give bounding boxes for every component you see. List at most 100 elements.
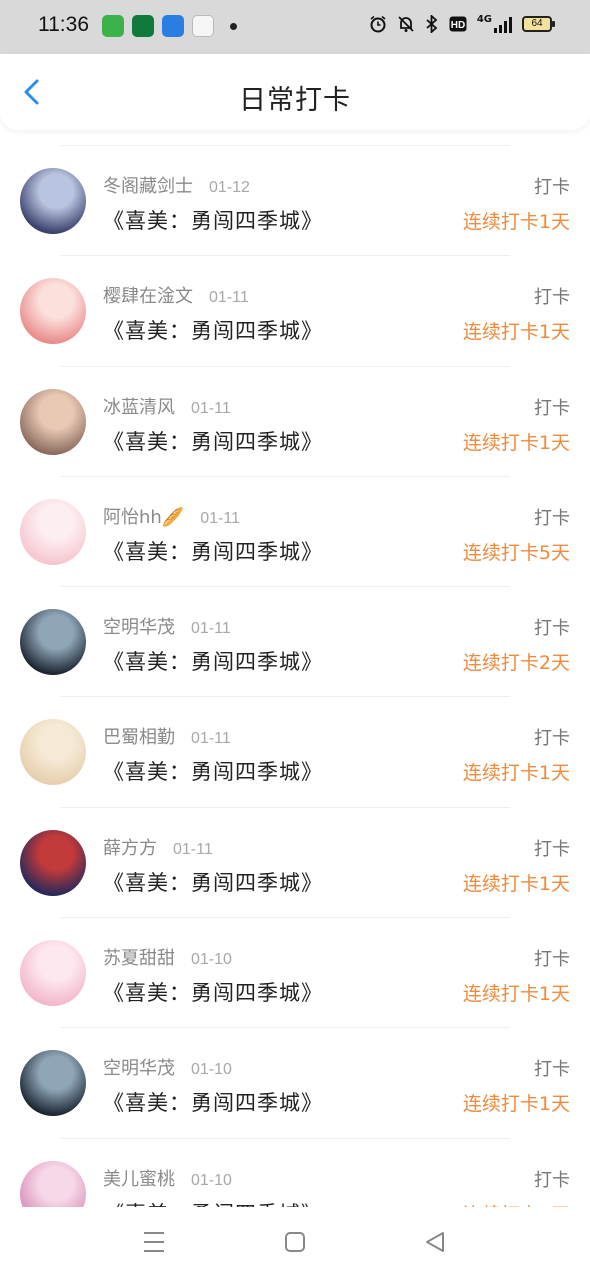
- back-triangle-icon[interactable]: [424, 1229, 446, 1255]
- checkin-type-label: 打卡: [534, 177, 570, 198]
- checkin-list[interactable]: 冬阁藏剑士 01-12 《喜美：勇闯四季城》 打卡 连续打卡1天 樱肆在淦文 0…: [0, 145, 590, 1207]
- streak-label: 连续打卡1天: [462, 1093, 570, 1116]
- checkin-date: 01-12: [209, 179, 250, 196]
- user-name[interactable]: 空明华茂: [103, 613, 175, 639]
- user-meta: 冬阁藏剑士 01-12: [103, 172, 250, 198]
- hd-icon: HD: [449, 16, 467, 31]
- avatar[interactable]: [20, 829, 86, 896]
- avatar[interactable]: [20, 1050, 86, 1117]
- user-name[interactable]: 巴蜀相勤: [103, 723, 175, 749]
- list-item[interactable]: 苏夏甜甜 01-10 《喜美：勇闯四季城》 打卡 连续打卡1天: [0, 917, 590, 1027]
- streak-label: 连续打卡1天: [462, 983, 570, 1006]
- user-meta: 空明华茂 01-11: [103, 613, 231, 639]
- list-item[interactable]: 空明华茂 01-10 《喜美：勇闯四季城》 打卡 连续打卡1天: [0, 1027, 590, 1137]
- book-title: 《喜美：勇闯四季城》: [103, 319, 323, 344]
- row-divider: [60, 917, 510, 919]
- checkin-type-label: 打卡: [534, 287, 570, 309]
- checkin-type-label: 打卡: [534, 507, 570, 529]
- book-title: 《喜美：勇闯四季城》: [103, 1091, 323, 1116]
- list-item[interactable]: 阿怡hh🥖 01-11 《喜美：勇闯四季城》 打卡 连续打卡5天: [0, 475, 590, 586]
- alarm-icon: [370, 15, 386, 32]
- row-divider: [60, 1137, 510, 1139]
- user-meta: 樱肆在淦文 01-11: [103, 282, 249, 308]
- list-item[interactable]: 巴蜀相勤 01-11 《喜美：勇闯四季城》 打卡 连续打卡1天: [0, 696, 590, 806]
- streak-label: 连续打卡1天: [462, 321, 570, 344]
- row-divider: [60, 365, 510, 367]
- book-title: 《喜美：勇闯四季城》: [103, 1198, 323, 1207]
- book-title: 《喜美：勇闯四季城》: [103, 209, 323, 233]
- avatar[interactable]: [20, 719, 86, 786]
- checkin-date: 01-11: [173, 840, 213, 858]
- avatar[interactable]: [20, 609, 86, 676]
- cellular-signal-icon: 4G: [477, 14, 512, 33]
- status-time: 11:36: [38, 13, 89, 36]
- battery-level: 64: [531, 17, 543, 29]
- system-nav-bar: [0, 1207, 590, 1280]
- book-title: 《喜美：勇闯四季城》: [103, 429, 323, 454]
- user-name[interactable]: 阿怡hh🥖: [103, 503, 184, 529]
- mute-bell-icon: [398, 15, 414, 32]
- user-name[interactable]: 冰蓝清风: [103, 393, 175, 419]
- checkin-type-label: 打卡: [534, 949, 570, 971]
- avatar[interactable]: [20, 278, 86, 345]
- app-notification-icon: [192, 15, 214, 37]
- page-header: 日常打卡: [0, 54, 590, 130]
- list-item[interactable]: 冰蓝清风 01-11 《喜美：勇闯四季城》 打卡 连续打卡1天: [0, 365, 590, 476]
- avatar[interactable]: [20, 940, 86, 1007]
- user-name[interactable]: 樱肆在淦文: [103, 282, 193, 308]
- avatar[interactable]: [20, 498, 86, 565]
- book-title: 《喜美：勇闯四季城》: [103, 981, 323, 1006]
- book-title: 《喜美：勇闯四季城》: [103, 760, 323, 785]
- svg-text:HD: HD: [451, 20, 465, 31]
- checkin-date: 01-10: [191, 1171, 232, 1189]
- row-divider: [60, 1027, 510, 1029]
- more-notifications-dot-icon: [230, 22, 237, 30]
- user-name[interactable]: 苏夏甜甜: [103, 944, 175, 970]
- checkin-date: 01-11: [191, 730, 231, 748]
- list-item[interactable]: 薛方方 01-11 《喜美：勇闯四季城》 打卡 连续打卡1天: [0, 806, 590, 917]
- checkin-type-label: 打卡: [534, 618, 570, 640]
- checkin-date: 01-10: [191, 951, 232, 969]
- user-meta: 阿怡hh🥖 01-11: [103, 503, 240, 529]
- user-name[interactable]: 冬阁藏剑士: [103, 172, 193, 198]
- streak-label: 连续打卡1天: [462, 762, 570, 785]
- status-indicators: HD 4G 64: [369, 14, 555, 33]
- messages-app-icon: [102, 15, 124, 37]
- book-title: 《喜美：勇闯四季城》: [103, 539, 323, 564]
- streak-label: 连续打卡2天: [462, 652, 570, 675]
- user-name[interactable]: 美儿蜜桃: [103, 1165, 175, 1191]
- user-name[interactable]: 空明华茂: [103, 1054, 175, 1080]
- streak-label: 连续打卡1天: [462, 431, 570, 454]
- streak-label: 连续打卡1天: [462, 872, 570, 895]
- user-meta: 冰蓝清风 01-11: [103, 393, 231, 419]
- status-bar: 11:36 HD 4G 64: [0, 0, 590, 54]
- row-divider: [60, 255, 510, 257]
- list-item[interactable]: 樱肆在淦文 01-11 《喜美：勇闯四季城》 打卡 连续打卡1天: [0, 255, 590, 365]
- user-name[interactable]: 薛方方: [103, 834, 157, 860]
- checkin-date: 01-11: [191, 399, 231, 417]
- status-app-icons: [102, 15, 237, 37]
- alipay-app-icon: [162, 15, 184, 37]
- bluetooth-icon: [426, 14, 438, 33]
- checkin-date: 01-11: [209, 289, 249, 307]
- row-divider: [60, 696, 510, 698]
- home-square-icon[interactable]: [284, 1229, 306, 1255]
- user-meta: 薛方方 01-11: [103, 834, 213, 860]
- row-divider: [60, 145, 510, 146]
- list-item[interactable]: 美儿蜜桃 01-10 《喜美：勇闯四季城》 打卡 连续打卡1天: [0, 1137, 590, 1207]
- menu-icon[interactable]: [142, 1229, 166, 1255]
- checkin-date: 01-10: [191, 1061, 232, 1079]
- row-divider: [60, 586, 510, 588]
- avatar[interactable]: [20, 1160, 86, 1207]
- list-item[interactable]: 冬阁藏剑士 01-12 《喜美：勇闯四季城》 打卡 连续打卡1天: [0, 145, 590, 255]
- list-item[interactable]: 空明华茂 01-11 《喜美：勇闯四季城》 打卡 连续打卡2天: [0, 586, 590, 696]
- network-type-label: 4G: [476, 14, 492, 25]
- user-meta: 空明华茂 01-10: [103, 1054, 232, 1080]
- row-divider: [60, 806, 510, 808]
- avatar[interactable]: [20, 168, 86, 234]
- checkin-type-label: 打卡: [534, 728, 570, 750]
- avatar[interactable]: [20, 388, 86, 455]
- checkin-type-label: 打卡: [534, 838, 570, 860]
- streak-label: 连续打卡1天: [462, 211, 570, 233]
- checkin-date: 01-11: [191, 620, 231, 638]
